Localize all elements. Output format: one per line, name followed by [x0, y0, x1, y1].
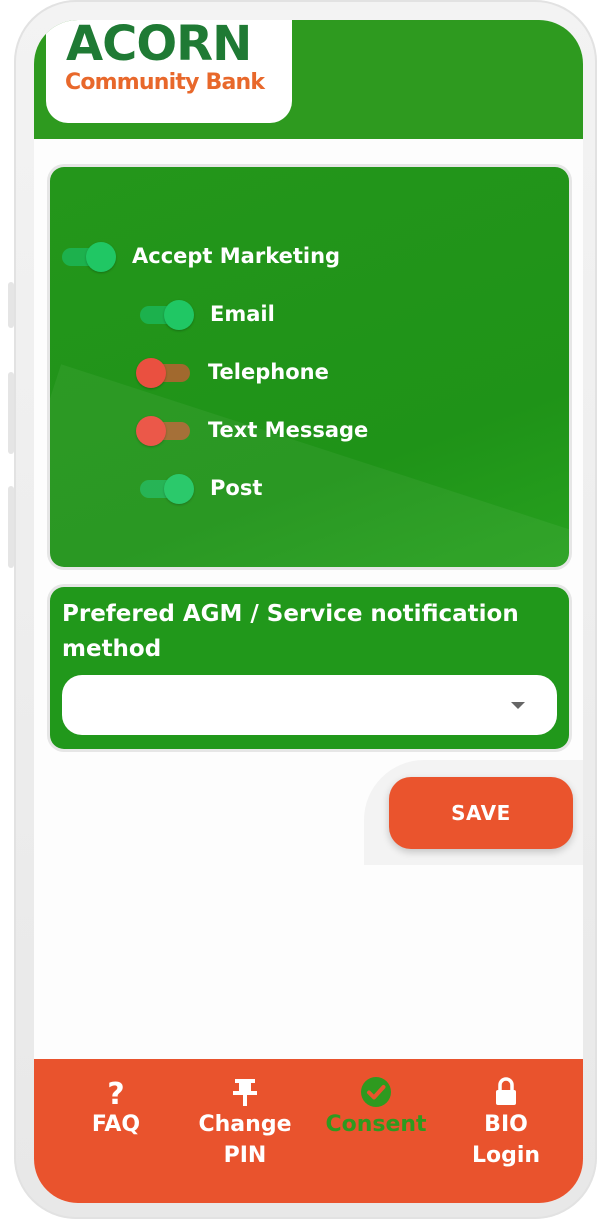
text-message-label: Text Message — [208, 418, 369, 442]
save-button[interactable]: SAVE — [389, 777, 573, 849]
toggle-knob — [164, 474, 194, 504]
nav-label-pin: PIN — [223, 1143, 267, 1168]
accept-marketing-toggle[interactable] — [60, 241, 116, 272]
check-circle-icon — [311, 1073, 441, 1111]
app-header: ACORN Community Bank — [34, 20, 583, 139]
logo-title: ACORN — [66, 20, 252, 72]
bank-logo: ACORN Community Bank — [46, 20, 292, 123]
nav-item-consent[interactable]: Consent — [311, 1073, 441, 1142]
toggle-row-accept-marketing: Accept Marketing — [60, 238, 340, 274]
toggle-knob — [86, 242, 116, 272]
toggle-row-post: Post — [138, 470, 262, 506]
nav-label-consent: Consent — [325, 1112, 427, 1137]
logo-subtitle: Community Bank — [65, 70, 265, 95]
marketing-preferences-card: Accept Marketing Email Telephone Text Me… — [50, 167, 569, 567]
toggle-row-text-message: Text Message — [136, 412, 368, 448]
lock-icon — [441, 1073, 571, 1111]
nav-label-login: Login — [471, 1143, 541, 1168]
question-icon: ? — [51, 1073, 181, 1111]
bottom-navigation: ? FAQ Change PIN Consent BIO Login — [34, 1059, 583, 1203]
toggle-knob — [164, 300, 194, 330]
nav-item-faq[interactable]: ? FAQ — [51, 1073, 181, 1142]
nav-label-bio: BIO — [484, 1112, 528, 1137]
text-message-toggle[interactable] — [136, 415, 192, 446]
pin-icon — [180, 1073, 310, 1111]
side-button — [8, 282, 14, 328]
notification-method-select[interactable] — [62, 675, 557, 735]
toggle-track — [138, 422, 190, 440]
toggle-row-telephone: Telephone — [136, 354, 329, 390]
post-toggle[interactable] — [138, 473, 194, 504]
toggle-row-email: Email — [138, 296, 275, 332]
toggle-track — [140, 480, 192, 498]
telephone-label: Telephone — [208, 360, 329, 384]
toggle-knob — [136, 358, 166, 388]
volume-down-button — [8, 486, 14, 568]
app-screen: ACORN Community Bank Accept Marketing Em… — [34, 20, 583, 1203]
volume-up-button — [8, 372, 14, 454]
accept-marketing-label: Accept Marketing — [132, 244, 341, 268]
toggle-knob — [136, 416, 166, 446]
email-label: Email — [210, 302, 275, 326]
nav-item-bio-login[interactable]: BIO Login — [441, 1073, 571, 1173]
nav-item-change-pin[interactable]: Change PIN — [180, 1073, 310, 1173]
caret-down-icon — [511, 702, 525, 709]
svg-text:?: ? — [107, 1077, 124, 1108]
nav-label-faq: FAQ — [91, 1112, 141, 1137]
telephone-toggle[interactable] — [136, 357, 192, 388]
post-label: Post — [210, 476, 263, 500]
notification-method-card: Prefered AGM / Service notification meth… — [50, 587, 569, 749]
notification-method-label: Prefered AGM / Service notification meth… — [62, 601, 519, 662]
email-toggle[interactable] — [138, 299, 194, 330]
nav-label-change: Change — [198, 1112, 292, 1137]
